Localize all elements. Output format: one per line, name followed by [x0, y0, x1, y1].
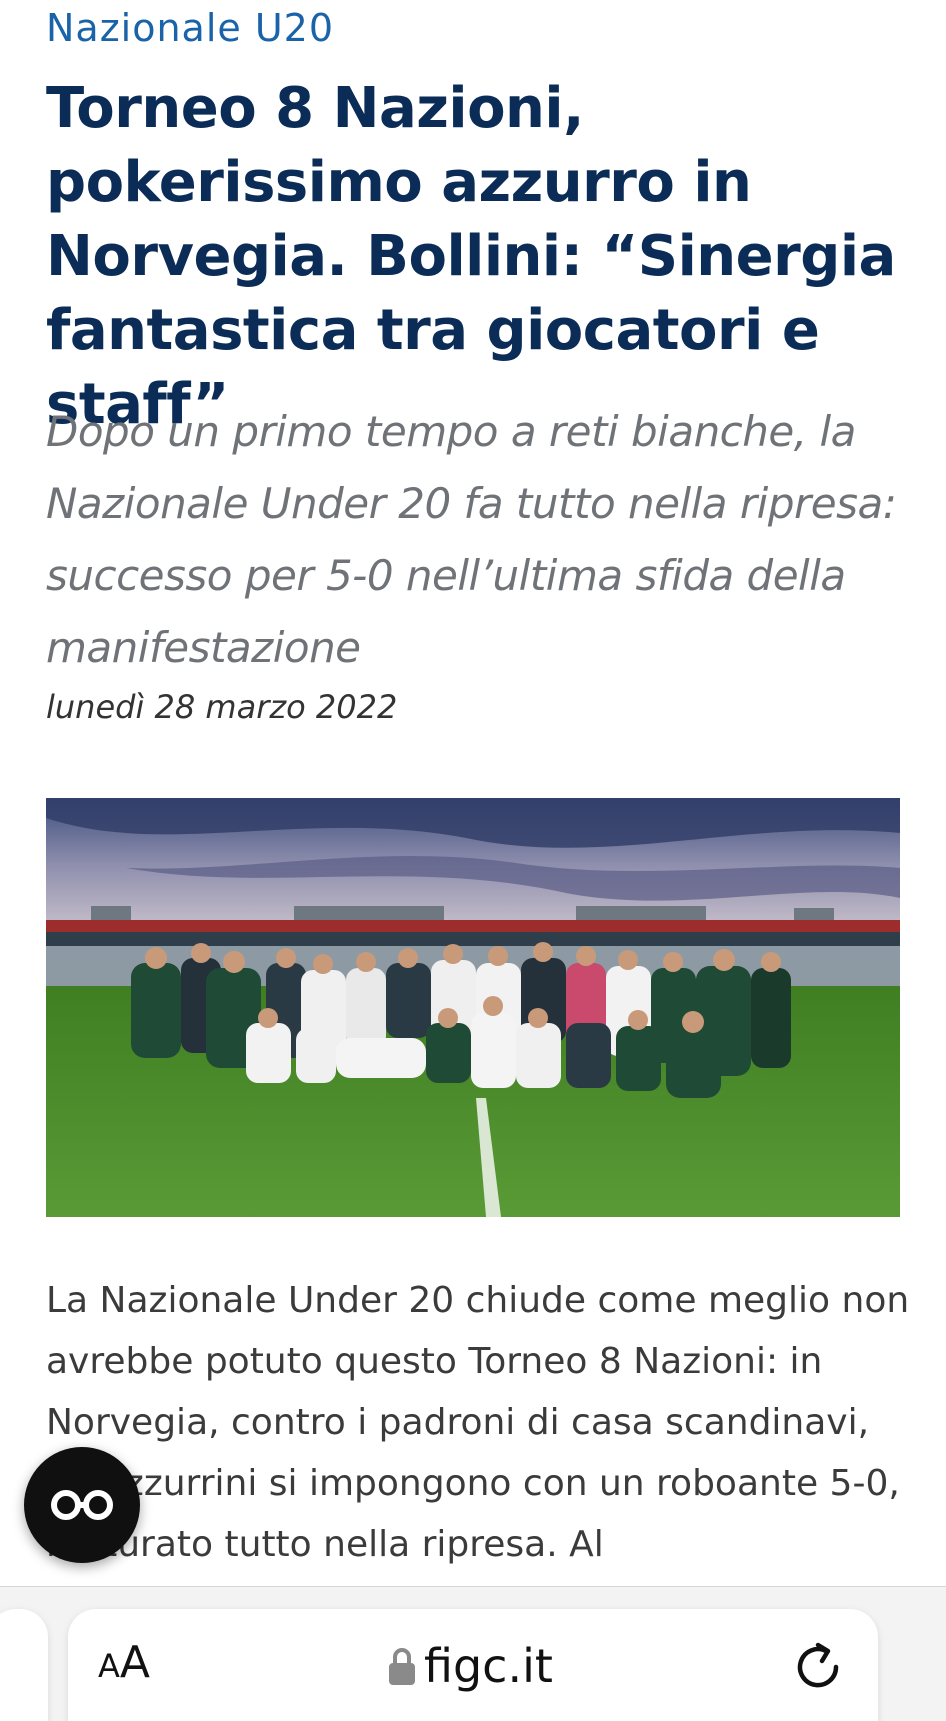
url-text: figc.it [424, 1639, 553, 1693]
lock-icon [389, 1648, 415, 1685]
text-size-small-label: A [98, 1647, 120, 1685]
reader-glasses-icon [51, 1490, 113, 1520]
reload-icon [797, 1642, 839, 1688]
previous-tab-stub[interactable] [0, 1609, 48, 1721]
reader-mode-button[interactable] [24, 1447, 140, 1563]
article-headline: Torneo 8 Nazioni, pokerissimo azzurro in… [46, 76, 896, 437]
team-photo[interactable] [46, 798, 900, 1217]
browser-toolbar: A A figc.it [0, 1586, 946, 1721]
text-size-big-label: A [119, 1637, 150, 1688]
article-category[interactable]: Nazionale U20 [46, 6, 334, 50]
article-body: La Nazionale Under 20 chiude come meglio… [46, 1280, 910, 1565]
address-bar[interactable]: A A figc.it [68, 1609, 878, 1721]
url-display[interactable]: figc.it [388, 1631, 553, 1701]
text-size-button[interactable]: A A [98, 1637, 150, 1697]
article-date: lunedì 28 marzo 2022 [46, 688, 398, 726]
article-page: Nazionale U20 Torneo 8 Nazioni, pokeriss… [0, 0, 946, 1721]
reload-button[interactable] [790, 1639, 846, 1695]
article-subheadline: Dopo un primo tempo a reti bianche, la N… [46, 407, 897, 672]
